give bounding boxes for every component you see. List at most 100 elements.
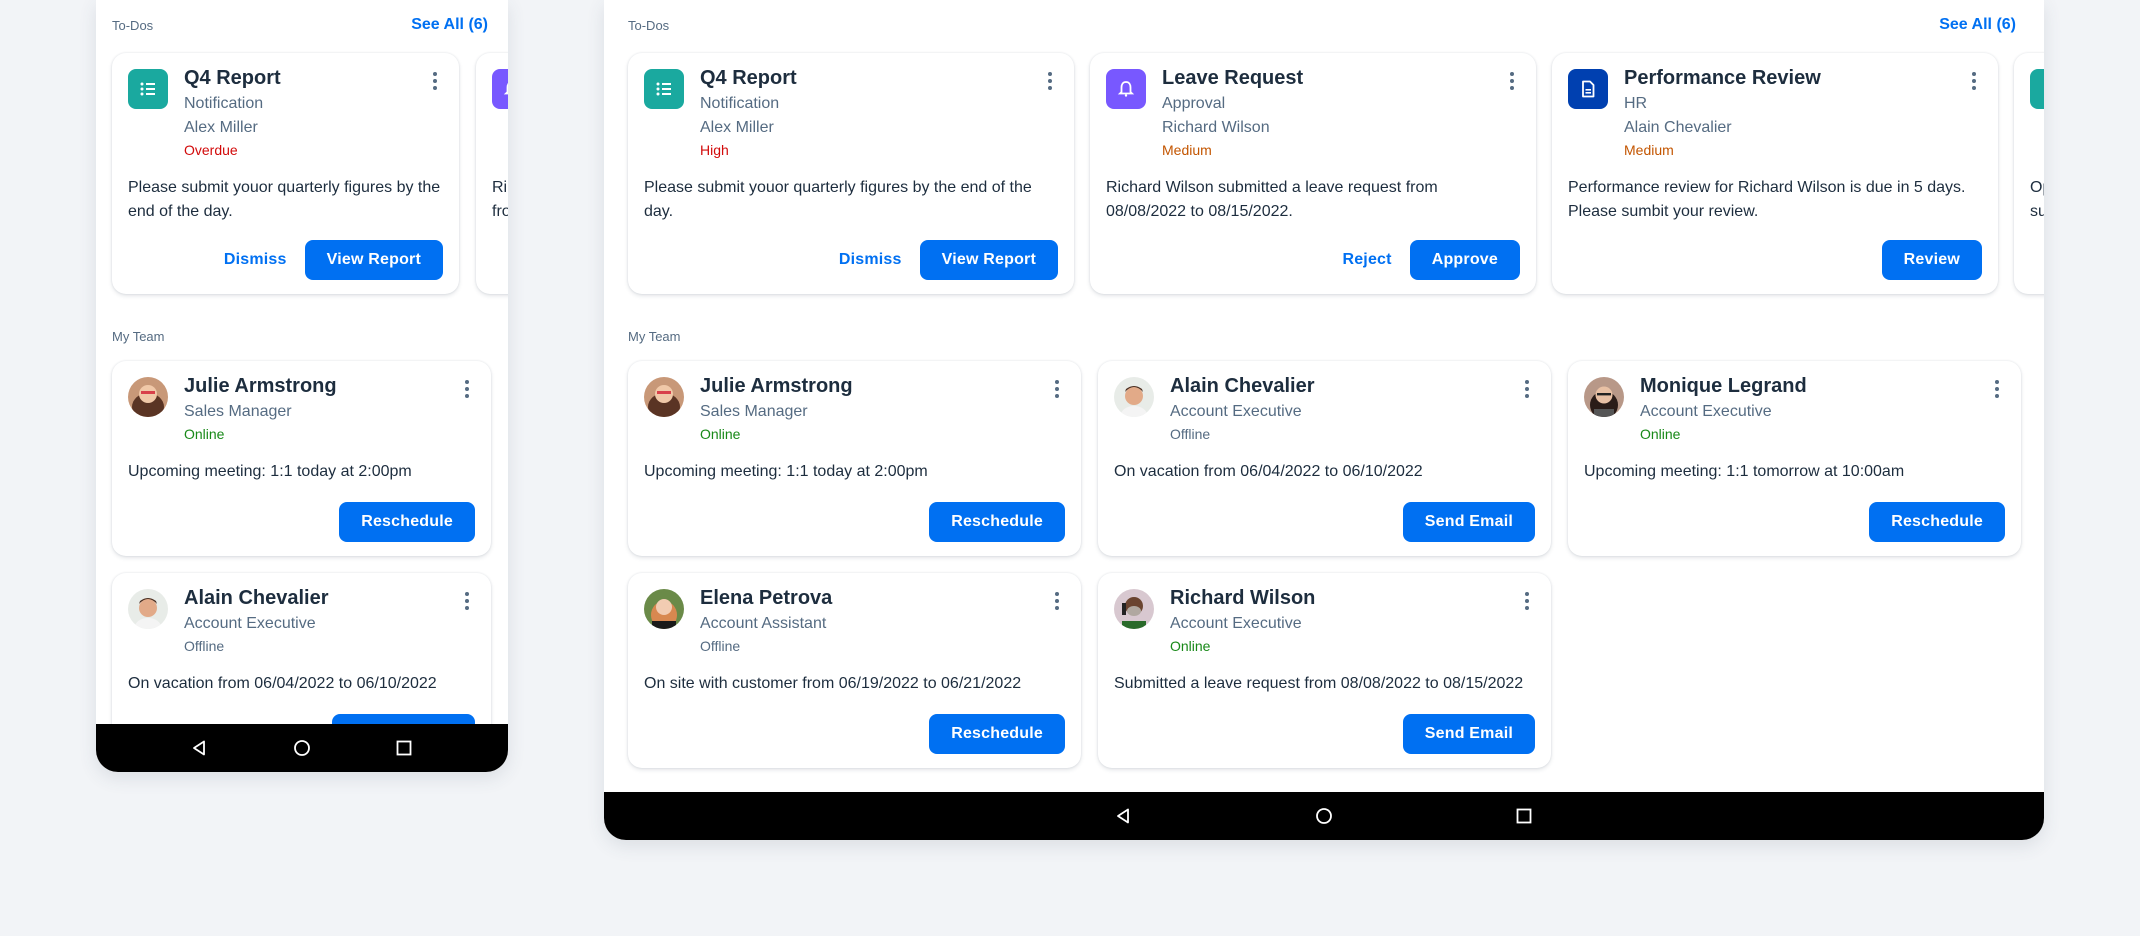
team-member-card[interactable]: Alain Chevalier Account Executive Offlin… <box>112 573 491 724</box>
member-note: On vacation from 06/04/2022 to 06/10/202… <box>128 675 437 692</box>
member-note: On site with customer from 06/19/2022 to… <box>644 675 1022 692</box>
todo-person: Alex Miller <box>700 119 774 136</box>
member-name: Alain Chevalier <box>184 587 329 609</box>
todo-body-partial: Opsu <box>2030 179 2044 220</box>
member-note: On vacation from 06/04/2022 to 06/10/202… <box>1114 463 1423 480</box>
more-options-icon[interactable] <box>1044 69 1056 93</box>
more-options-icon[interactable] <box>461 589 473 613</box>
todo-card[interactable]: Q4 Report Notification Alex Miller Overd… <box>112 53 459 294</box>
member-role: Sales Manager <box>700 403 808 420</box>
more-options-icon[interactable] <box>1521 589 1533 613</box>
todo-body: Performance review for Richard Wilson is… <box>1568 179 1966 220</box>
tablet-screen: To-Dos See All (6) Q4 Report Notificatio… <box>604 0 2044 792</box>
todo-title: Q4 Report <box>184 67 281 89</box>
todo-type: Notification <box>184 95 264 112</box>
recents-icon[interactable] <box>394 738 414 758</box>
more-options-icon[interactable] <box>1521 377 1533 401</box>
more-options-icon[interactable] <box>1051 377 1063 401</box>
more-options-icon[interactable] <box>429 69 441 93</box>
review-button[interactable]: Review <box>1881 240 1982 280</box>
more-options-icon[interactable] <box>1506 69 1518 93</box>
android-nav-bar <box>604 792 2044 840</box>
more-options-icon[interactable] <box>461 377 473 401</box>
team-section-label: My Team <box>112 329 165 344</box>
see-all-todos-link[interactable]: See All (6) <box>1939 16 2016 34</box>
todo-status: High <box>700 142 729 158</box>
bell-icon <box>1106 69 1146 109</box>
back-icon[interactable] <box>1114 806 1134 826</box>
member-note: Upcoming meeting: 1:1 today at 2:00pm <box>128 463 412 480</box>
member-role: Account Executive <box>1640 403 1772 420</box>
team-member-card[interactable]: Elena Petrova Account Assistant Offline … <box>628 573 1081 768</box>
member-presence: Online <box>700 426 741 442</box>
avatar <box>1114 589 1154 629</box>
reschedule-button[interactable]: Reschedule <box>1869 502 2005 542</box>
avatar <box>128 589 168 629</box>
todo-title: Performance Review <box>1624 67 1821 89</box>
todo-card-partial[interactable]: Opsu <box>2014 53 2044 294</box>
more-options-icon[interactable] <box>1991 377 2003 401</box>
view-report-button[interactable]: View Report <box>304 240 443 280</box>
team-member-card[interactable]: Richard Wilson Account Executive Online … <box>1098 573 1551 768</box>
todo-card[interactable]: Leave Request Approval Richard Wilson Me… <box>1090 53 1536 294</box>
dismiss-button[interactable]: Dismiss <box>218 240 293 280</box>
send-email-button[interactable] <box>332 714 475 724</box>
member-name: Alain Chevalier <box>1170 375 1315 397</box>
team-member-card[interactable]: Monique Legrand Account Executive Online… <box>1568 361 2021 556</box>
todo-title: Q4 Report <box>700 67 797 89</box>
member-note: Upcoming meeting: 1:1 today at 2:00pm <box>644 463 928 480</box>
reschedule-button[interactable]: Reschedule <box>929 502 1065 542</box>
todo-type: HR <box>1624 95 1648 112</box>
back-icon[interactable] <box>190 738 210 758</box>
member-role: Account Executive <box>1170 615 1302 632</box>
todo-type: Notification <box>700 95 780 112</box>
reschedule-button[interactable]: Reschedule <box>929 714 1065 754</box>
dismiss-button[interactable]: Dismiss <box>833 240 908 280</box>
avatar <box>128 377 168 417</box>
member-name: Julie Armstrong <box>700 375 853 397</box>
avatar <box>1584 377 1624 417</box>
todo-type: Approval <box>1162 95 1226 112</box>
team-member-card[interactable]: Julie Armstrong Sales Manager Online Upc… <box>628 361 1081 556</box>
home-icon[interactable] <box>1314 806 1334 826</box>
member-name: Julie Armstrong <box>184 375 337 397</box>
send-email-button[interactable]: Send Email <box>1402 714 1535 754</box>
member-note: Upcoming meeting: 1:1 tomorrow at 10:00a… <box>1584 463 1905 480</box>
team-member-card[interactable]: Alain Chevalier Account Executive Offlin… <box>1098 361 1551 556</box>
avatar <box>1114 377 1154 417</box>
todo-card[interactable]: Q4 Report Notification Alex Miller High … <box>628 53 1074 294</box>
todo-person: Richard Wilson <box>1162 119 1270 136</box>
recents-icon[interactable] <box>1514 806 1534 826</box>
android-nav-bar <box>96 724 508 772</box>
approve-button[interactable]: Approve <box>1409 240 1520 280</box>
reschedule-button[interactable]: Reschedule <box>339 502 475 542</box>
more-options-icon[interactable] <box>1968 69 1980 93</box>
member-name: Elena Petrova <box>700 587 833 609</box>
todos-section-label: To-Dos <box>628 18 670 33</box>
phone-screen: To-Dos See All (6) Q4 Report Notificatio… <box>96 0 508 724</box>
trophy-icon <box>2030 69 2044 109</box>
todo-person: Alain Chevalier <box>1624 119 1732 136</box>
member-note: Submitted a leave request from 08/08/202… <box>1114 675 1524 692</box>
member-role: Account Executive <box>1170 403 1302 420</box>
tablet-frame: To-Dos See All (6) Q4 Report Notificatio… <box>604 0 2044 840</box>
more-options-icon[interactable] <box>1051 589 1063 613</box>
reject-button[interactable]: Reject <box>1336 240 1397 280</box>
member-presence: Offline <box>1170 426 1211 442</box>
todo-status: Medium <box>1162 142 1212 158</box>
member-name: Monique Legrand <box>1640 375 1807 397</box>
view-report-button[interactable]: View Report <box>919 240 1058 280</box>
todo-card[interactable]: Performance Review HR Alain Chevalier Me… <box>1552 53 1998 294</box>
todo-title: Leave Request <box>1162 67 1304 89</box>
todo-card-partial[interactable]: Ri fro <box>476 53 508 294</box>
team-member-card[interactable]: Julie Armstrong Sales Manager Online Upc… <box>112 361 491 556</box>
avatar <box>644 589 684 629</box>
list-icon <box>128 69 168 109</box>
send-email-button[interactable]: Send Email <box>1402 502 1535 542</box>
todo-person: Alex Miller <box>184 119 258 136</box>
phone-frame: To-Dos See All (6) Q4 Report Notificatio… <box>96 0 508 772</box>
home-icon[interactable] <box>292 738 312 758</box>
todo-status: Medium <box>1624 142 1674 158</box>
member-presence: Online <box>1640 426 1681 442</box>
see-all-todos-link[interactable]: See All (6) <box>411 16 488 34</box>
